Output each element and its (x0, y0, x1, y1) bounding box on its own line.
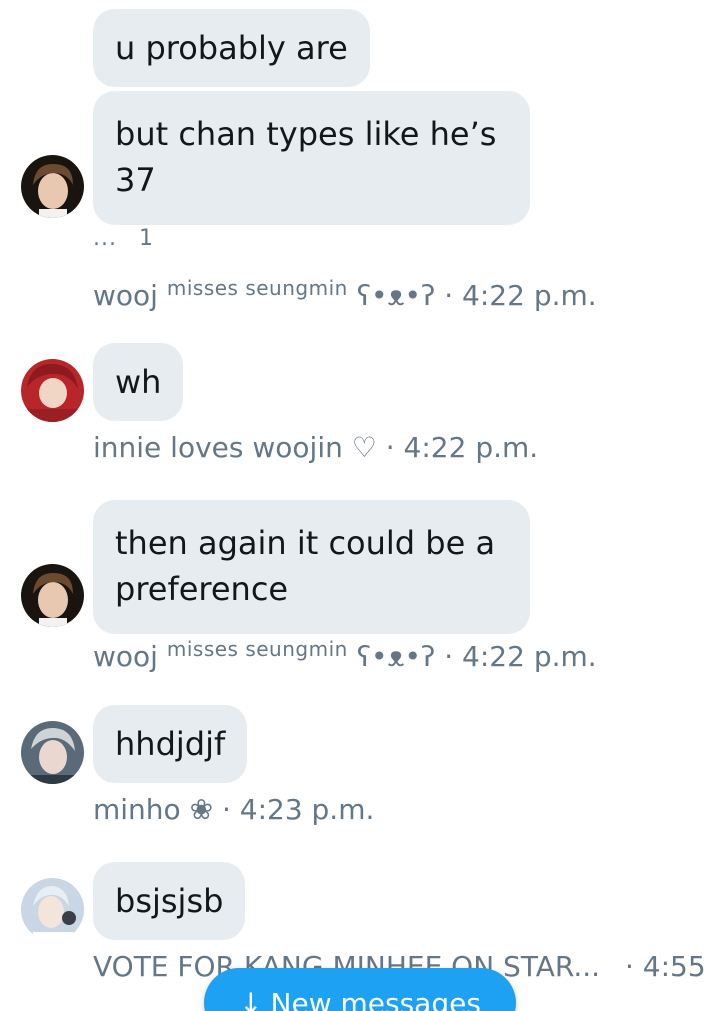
sender-name: innie loves woojin ♡ (93, 431, 377, 464)
sender-status: misses seungmin (166, 276, 348, 300)
avatar-innie[interactable] (21, 359, 84, 422)
reply-dots: ... (93, 226, 117, 251)
sender-emoticon: ʕ•ᴥ•ʔ (356, 279, 436, 312)
message-text: hhdjdjf (115, 725, 226, 763)
message-bubble[interactable]: u probably are (93, 9, 370, 87)
avatar-wooj[interactable] (21, 564, 84, 627)
timestamp: · 4:22 p.m. (385, 431, 539, 464)
message-meta: wooj misses seungmin ʕ•ᴥ•ʔ · 4:22 p.m. (93, 637, 597, 673)
reply-indicator[interactable]: ... 1 (93, 226, 153, 251)
message-text: u probably are (115, 29, 348, 67)
message-text: 37 (115, 161, 156, 199)
avatar-wooj[interactable] (21, 155, 84, 218)
timestamp: · 4:22 p.m. (444, 640, 597, 673)
message-text: bsjsjsb (115, 882, 224, 920)
timestamp: · 4:23 p.m. (221, 793, 375, 826)
sender-name: minho ❀ (93, 793, 214, 826)
message-text: preference (115, 570, 289, 608)
avatar-kang[interactable] (21, 878, 84, 941)
timestamp: · 4:22 p.m. (444, 279, 597, 312)
new-messages-label: New messages (270, 987, 481, 1011)
reply-count: 1 (138, 226, 153, 251)
message-meta: innie loves woojin ♡ · 4:22 p.m. (93, 431, 538, 464)
sender-emoticon: ʕ•ᴥ•ʔ (356, 640, 436, 673)
message-meta: minho ❀ · 4:23 p.m. (93, 793, 374, 826)
message-text: but chan types like he’s (115, 115, 497, 153)
avatar-minho[interactable] (21, 721, 84, 784)
sender-name: wooj (93, 279, 158, 312)
message-meta: wooj misses seungmin ʕ•ᴥ•ʔ · 4:22 p.m. (93, 276, 597, 312)
dm-conversation: u probably are but chan types like he’s … (0, 0, 719, 1011)
message-bubble[interactable]: but chan types like he’s 37 (93, 91, 530, 225)
message-bubble[interactable]: bsjsjsb (93, 862, 246, 940)
sender-status: misses seungmin (166, 637, 348, 661)
message-text: then again it could be a (115, 524, 496, 562)
message-bubble[interactable]: hhdjdjf (93, 705, 248, 783)
message-text: wh (115, 363, 162, 401)
sender-name: wooj (93, 640, 158, 673)
timestamp: · 4:55 (624, 950, 706, 983)
message-bubble[interactable]: then again it could be a preference (93, 500, 530, 634)
message-bubble[interactable]: wh (93, 343, 184, 421)
new-messages-button[interactable]: ↓ New messages (204, 968, 516, 1011)
down-arrow-icon: ↓ (239, 987, 263, 1011)
